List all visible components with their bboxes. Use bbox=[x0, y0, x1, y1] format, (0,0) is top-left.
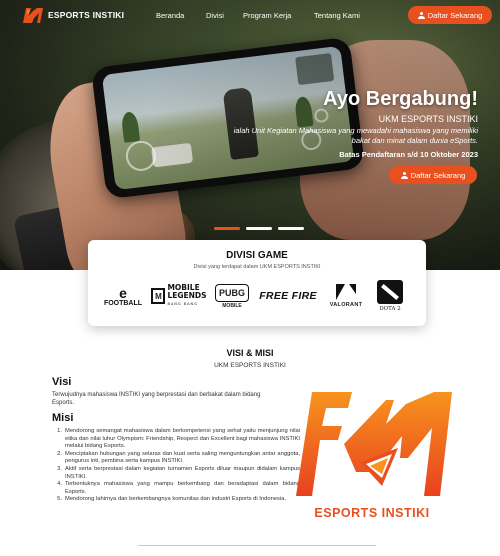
visi-heading: Visi bbox=[52, 376, 72, 388]
ml-mark: M bbox=[151, 288, 166, 304]
valorant-logo[interactable]: VALORANT bbox=[326, 276, 366, 316]
visi-misi-subtitle: UKM ESPORTS INSTIKI bbox=[214, 362, 286, 369]
ml-wordmark: MOBILE LEGENDS BANG BANG bbox=[167, 284, 206, 308]
misi-item: 5. Mendorong lahirnya dan berkembangnya k… bbox=[52, 496, 300, 504]
user-plus-icon bbox=[417, 11, 425, 19]
register-button-label: Daftar Sekarang bbox=[427, 10, 483, 20]
mobile-legends-logo[interactable]: M MOBILE LEGENDS BANG BANG bbox=[148, 276, 210, 316]
hero-title: Ayo Bergabung! bbox=[323, 88, 478, 110]
divisi-game-card: DIVISI GAME Divisi yang terdapat dalam U… bbox=[88, 240, 426, 326]
nav-program-kerja[interactable]: Program Kerja bbox=[243, 11, 291, 20]
carousel-dot-3[interactable] bbox=[278, 227, 304, 230]
register-button[interactable]: Daftar Sekarang bbox=[408, 6, 492, 24]
misi-text: Mendorong lahirnya dan berkembangnya kom… bbox=[65, 496, 287, 503]
misi-number: 2. bbox=[57, 450, 62, 457]
misi-item: 4. Terbentuknya mahasiswa yang mampu berk… bbox=[52, 481, 300, 496]
hero-banner: ESPORTS INSTIKI Beranda Divisi Program K… bbox=[0, 0, 500, 270]
pubg-sub: MOBILE bbox=[222, 302, 242, 309]
esports-instiki-big-logo bbox=[296, 392, 452, 496]
misi-number: 4. bbox=[57, 481, 62, 488]
valorant-label: VALORANT bbox=[329, 302, 363, 308]
nav-divisi[interactable]: Divisi bbox=[206, 11, 224, 20]
divisi-subtitle: Divisi yang terdapat dalam UKM ESPORTS I… bbox=[193, 264, 321, 270]
misi-item: 1. Mendorong semangat mahasiswa dalam ber… bbox=[52, 428, 300, 451]
misi-number: 1. bbox=[57, 428, 62, 434]
pubg-logo[interactable]: PUBG MOBILE bbox=[214, 276, 250, 316]
hero-subtitle: UKM ESPORTS INSTIKI bbox=[378, 114, 478, 124]
nav-beranda[interactable]: Beranda bbox=[156, 11, 184, 20]
hero-register-label: Daftar Sekarang bbox=[410, 170, 466, 180]
misi-number: 5. bbox=[57, 496, 62, 503]
ml-line2: LEGENDS bbox=[167, 291, 207, 300]
brand-name[interactable]: ESPORTS INSTIKI bbox=[48, 10, 124, 20]
dota2-logo[interactable]: DOTA 2 bbox=[372, 276, 408, 316]
carousel-dot-1[interactable] bbox=[214, 227, 240, 230]
misi-text: Aktif serta berprestasi dalam kegiatan t… bbox=[65, 465, 300, 480]
user-plus-icon bbox=[400, 171, 408, 179]
esports-logo-icon[interactable] bbox=[22, 6, 44, 24]
game-logos: e FOOTBALL M MOBILE LEGENDS BANG BANG PU… bbox=[102, 276, 414, 316]
efootball-logo[interactable]: e FOOTBALL bbox=[102, 276, 144, 316]
misi-item: 3. Aktif serta berprestasi dalam kegiatan… bbox=[52, 466, 300, 481]
divisi-title: DIVISI GAME bbox=[226, 250, 288, 261]
valorant-icon bbox=[336, 284, 356, 300]
footer-divider bbox=[138, 545, 376, 546]
misi-text: Menciptakan hubungan yang selaras dan ku… bbox=[65, 450, 300, 465]
visi-misi-title: VISI & MISI bbox=[226, 348, 274, 358]
carousel-indicators bbox=[214, 227, 304, 230]
misi-text: Mendorong semangat mahasiswa dalam berko… bbox=[65, 428, 300, 450]
nav-tentang-kami[interactable]: Tentang Kami bbox=[314, 11, 360, 20]
big-logo-text: ESPORTS INSTIKI bbox=[314, 506, 430, 520]
misi-heading: Misi bbox=[52, 412, 74, 424]
misi-number: 3. bbox=[57, 465, 62, 472]
pubg-label: PUBG bbox=[215, 283, 249, 302]
ml-tagline: BANG BANG bbox=[167, 302, 198, 306]
dota2-label: DOTA 2 bbox=[379, 306, 401, 312]
hero-description: ialah Unit Kegiatan Mahasiswa yang mewad… bbox=[233, 126, 478, 145]
misi-item: 2. Menciptakan hubungan yang selaras dan … bbox=[52, 451, 300, 466]
efootball-label: FOOTBALL bbox=[103, 299, 143, 307]
top-navbar: ESPORTS INSTIKI Beranda Divisi Program K… bbox=[0, 0, 500, 30]
visi-text: Terwujudnya mahasiswa INSTIKI yang berpr… bbox=[52, 392, 261, 406]
carousel-dot-2[interactable] bbox=[246, 227, 272, 230]
misi-text: Terbentuknya mahasiswa yang mampu berkem… bbox=[65, 481, 300, 495]
misi-list: 1. Mendorong semangat mahasiswa dalam ber… bbox=[52, 428, 300, 504]
hero-register-button[interactable]: Daftar Sekarang bbox=[389, 166, 477, 184]
dota2-icon bbox=[377, 280, 403, 304]
efootball-mark: e bbox=[119, 284, 127, 301]
registration-deadline: Batas Pendaftaran s/d 10 Oktober 2023 bbox=[339, 150, 478, 159]
free-fire-logo[interactable]: FREE FIRE bbox=[256, 276, 320, 316]
